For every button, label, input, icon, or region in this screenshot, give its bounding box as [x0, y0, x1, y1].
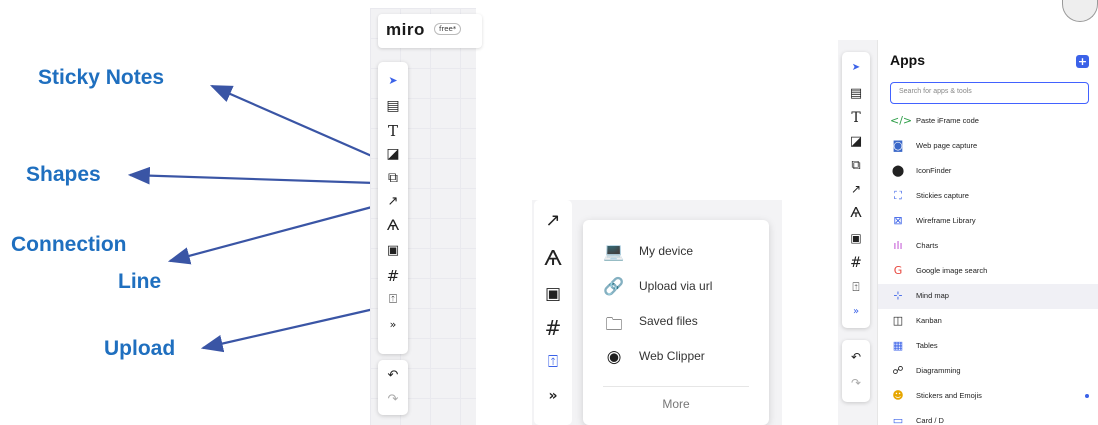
main-toolbar: ➤ ▤ T ◪ ⧉ ↗ Ѧ ▣ # ⍐ » [378, 62, 408, 354]
app-item-label: Mind map [916, 291, 949, 300]
miro-logo: miro [386, 20, 425, 39]
app-item-label: IconFinder [916, 166, 952, 175]
pen-icon[interactable]: Ѧ [378, 218, 408, 234]
scan-icon: ⛶ [894, 189, 902, 202]
app-item[interactable]: ⛶ Stickies capture [878, 184, 1098, 209]
upload-icon[interactable]: ⍐ [842, 280, 870, 295]
card-icon: ▭ [892, 414, 904, 425]
upload-menu-item[interactable]: 💻 My device [603, 242, 753, 264]
undo-icon[interactable]: ↶ [378, 368, 408, 383]
apps-title: Apps [890, 52, 925, 68]
app-item[interactable]: ⊠ Wireframe Library [878, 209, 1098, 234]
app-item[interactable]: ◫ Kanban [878, 309, 1098, 334]
wireframe-icon: ⊠ [893, 214, 903, 227]
app-item[interactable]: G Google image search [878, 259, 1098, 284]
apps-search-input[interactable]: Search for apps & tools [890, 82, 1089, 104]
shapes-icon[interactable]: ⧉ [378, 170, 408, 186]
chart-icon: ılı [893, 239, 903, 252]
sticky-note-icon[interactable]: ◪ [842, 134, 870, 149]
new-indicator-dot [1085, 394, 1089, 398]
connection-line-icon[interactable]: ↗ [378, 194, 408, 209]
diagram-icon: ☍ [892, 364, 904, 377]
comment-icon[interactable]: ▣ [378, 243, 408, 258]
table-icon: ▦ [892, 339, 904, 352]
iconfinder-icon: ⬤ [891, 164, 905, 177]
arrow-shapes [127, 166, 376, 185]
redo-icon[interactable]: ↷ [378, 392, 408, 407]
shapes-icon[interactable]: ⧉ [842, 158, 870, 173]
code-icon: </> [890, 114, 913, 127]
plan-badge: free* [434, 23, 462, 35]
frame-icon[interactable]: # [534, 316, 572, 340]
app-item-label: Wireframe Library [916, 216, 976, 225]
select-cursor-icon[interactable]: ➤ [842, 62, 870, 73]
connection-line-icon[interactable]: ↗ [842, 182, 870, 196]
app-item-label: Charts [916, 241, 939, 250]
connection-line-icon[interactable]: ↗ [534, 210, 572, 231]
select-cursor-icon[interactable]: ➤ [378, 74, 408, 87]
mindmap-icon: ⊹ [893, 289, 903, 302]
folder-icon: 🗀 [605, 315, 623, 335]
redo-icon[interactable]: ↷ [842, 376, 870, 390]
app-item[interactable]: ▦ Tables [878, 334, 1098, 359]
more-icon[interactable]: » [378, 318, 408, 331]
app-item-label: Diagramming [916, 366, 961, 375]
more-button[interactable]: More [603, 386, 749, 411]
app-item[interactable]: ⬤ IconFinder [878, 159, 1098, 184]
pen-icon[interactable]: Ѧ [842, 206, 870, 221]
more-icon[interactable]: » [842, 306, 870, 317]
undo-icon[interactable]: ↶ [842, 350, 870, 364]
chrome-icon: ◉ [606, 347, 622, 367]
text-icon[interactable]: T [842, 110, 870, 126]
app-item-label: Kanban [916, 316, 942, 325]
main-toolbar: ➤ ▤ T ◪ ⧉ ↗ Ѧ ▣ # ⍐ » [842, 52, 870, 328]
upload-menu: 💻 My device 🔗 Upload via url 🗀 Saved fil… [583, 220, 769, 425]
app-item[interactable]: ▭ Card / D [878, 409, 1098, 425]
board-header: miro free* [378, 14, 482, 48]
app-item-label: Web page capture [916, 141, 978, 150]
comment-icon[interactable]: ▣ [842, 231, 870, 245]
arrow-upload [200, 307, 375, 353]
app-item-label: Paste iFrame code [916, 116, 979, 125]
arrow-connection-line [167, 205, 373, 265]
kanban-icon: ◫ [892, 314, 904, 327]
upload-menu-item[interactable]: 🗀 Saved files [603, 312, 753, 335]
link-icon: 🔗 [603, 277, 625, 297]
app-item-label: Tables [916, 341, 938, 350]
app-item[interactable]: </> Paste iFrame code [878, 109, 1098, 134]
app-item-label: Card / D [916, 416, 944, 425]
upload-icon[interactable]: ⍐ [534, 352, 572, 372]
upload-icon[interactable]: ⍐ [378, 292, 408, 307]
text-icon[interactable]: T [378, 122, 408, 140]
emoji-icon: ☻ [892, 389, 904, 402]
laptop-icon: 💻 [603, 242, 625, 262]
upload-menu-item[interactable]: 🔗 Upload via url [603, 277, 753, 299]
comment-icon[interactable]: ▣ [534, 284, 572, 304]
arrow-sticky-notes [209, 84, 375, 159]
app-item[interactable]: ılı Charts [878, 234, 1098, 259]
add-app-button[interactable]: + [1076, 55, 1089, 68]
app-item-label: Google image search [916, 266, 988, 275]
more-icon[interactable]: » [534, 388, 572, 404]
app-item[interactable]: ⊹ Mind map [878, 284, 1098, 309]
frame-icon[interactable]: # [378, 267, 408, 285]
templates-icon[interactable]: ▤ [842, 86, 870, 101]
undo-redo-toolbar: ↶ ↷ [378, 360, 408, 415]
app-item[interactable]: ☻ Stickers and Emojis [878, 384, 1098, 409]
app-item-label: Stickers and Emojis [916, 391, 982, 400]
upload-menu-item[interactable]: ◉ Web Clipper [603, 347, 753, 369]
undo-redo-toolbar: ↶ ↷ [842, 340, 870, 402]
app-item[interactable]: ◙ Web page capture [878, 134, 1098, 159]
partial-toolbar: ↗ Ѧ ▣ # ⍐ » [534, 200, 572, 425]
google-icon: G [893, 264, 903, 277]
templates-icon[interactable]: ▤ [378, 98, 408, 114]
frame-icon[interactable]: # [842, 255, 870, 271]
app-item-label: Stickies capture [916, 191, 969, 200]
app-item[interactable]: ☍ Diagramming [878, 359, 1098, 384]
pen-icon[interactable]: Ѧ [534, 246, 572, 270]
sticky-note-icon[interactable]: ◪ [378, 146, 408, 162]
camera-icon: ◙ [892, 139, 904, 152]
apps-panel: Apps + Search for apps & tools </> Paste … [877, 40, 1098, 425]
